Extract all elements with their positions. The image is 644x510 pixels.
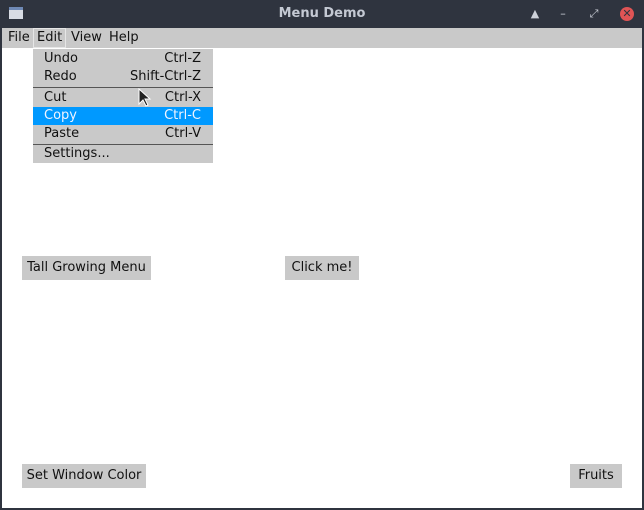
menu-item-accelerator: Ctrl-V xyxy=(165,126,201,141)
menu-item-settings[interactable]: Settings... xyxy=(33,145,213,163)
menu-file[interactable]: File xyxy=(5,28,33,48)
window-client-area: File Edit View Help Undo Ctrl-Z Redo Shi… xyxy=(2,28,642,508)
menu-bar: File Edit View Help xyxy=(2,28,642,48)
menu-item-accelerator: Ctrl-C xyxy=(164,108,201,123)
minimize-button[interactable]: – xyxy=(555,6,571,22)
menu-item-label: Undo xyxy=(44,51,78,66)
menu-item-label: Settings... xyxy=(44,146,110,161)
menu-item-accelerator: Shift-Ctrl-Z xyxy=(130,69,201,84)
menu-item-paste[interactable]: Paste Ctrl-V xyxy=(33,125,213,143)
menu-view[interactable]: View xyxy=(68,28,105,48)
menu-item-redo[interactable]: Redo Shift-Ctrl-Z xyxy=(33,68,213,86)
fruits-button[interactable]: Fruits xyxy=(570,464,622,488)
menu-item-copy[interactable]: Copy Ctrl-C xyxy=(33,107,213,125)
menu-item-label: Paste xyxy=(44,126,80,141)
edit-dropdown-menu: Undo Ctrl-Z Redo Shift-Ctrl-Z Cut Ctrl-X… xyxy=(33,49,213,163)
menu-item-undo[interactable]: Undo Ctrl-Z xyxy=(33,50,213,68)
set-window-color-button[interactable]: Set Window Color xyxy=(22,464,146,488)
menu-item-label: Redo xyxy=(44,69,77,84)
menu-item-label: Cut xyxy=(44,90,67,105)
menu-item-cut[interactable]: Cut Ctrl-X xyxy=(33,89,213,107)
menu-item-accelerator: Ctrl-Z xyxy=(164,51,201,66)
menu-separator xyxy=(33,87,213,88)
click-me-button[interactable]: Click me! xyxy=(285,256,359,280)
title-bar[interactable]: Menu Demo ▲ – ⤢ ✕ xyxy=(0,0,644,28)
tall-growing-menu-button[interactable]: Tall Growing Menu xyxy=(22,256,151,280)
menu-item-accelerator: Ctrl-X xyxy=(164,90,201,105)
maximize-button[interactable]: ⤢ xyxy=(586,6,602,22)
menu-edit[interactable]: Edit xyxy=(33,28,67,48)
menu-item-label: Copy xyxy=(44,108,77,123)
menu-help[interactable]: Help xyxy=(106,28,142,48)
window-title: Menu Demo xyxy=(278,6,366,21)
shade-button[interactable]: ▲ xyxy=(527,6,543,22)
mouse-cursor-icon xyxy=(138,88,152,107)
close-button[interactable]: ✕ xyxy=(620,7,634,21)
